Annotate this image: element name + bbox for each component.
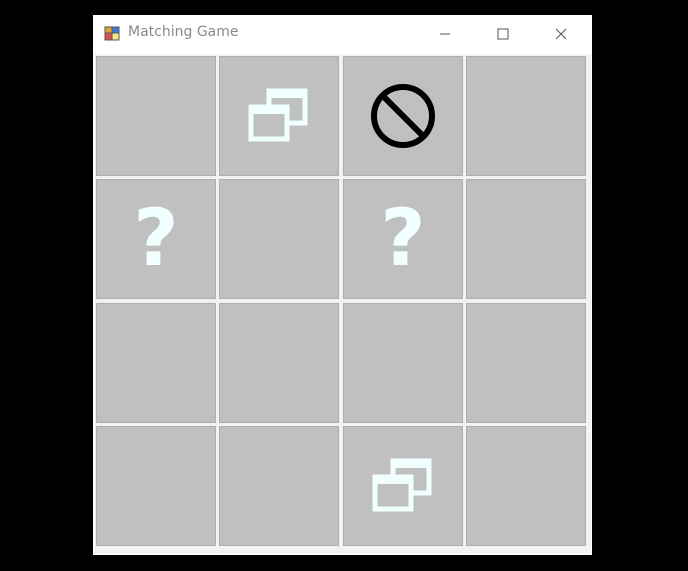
windows-icon [248, 88, 308, 142]
tile-r1-c2[interactable]: ? [343, 179, 463, 299]
game-window: Matching Game ?? [93, 15, 592, 555]
tile-r2-c2[interactable] [343, 303, 463, 423]
maximize-button[interactable] [480, 15, 526, 53]
tile-r2-c0[interactable] [96, 303, 216, 423]
tile-r1-c1[interactable] [219, 179, 339, 299]
question-mark-icon: ? [380, 194, 426, 284]
tile-r3-c0[interactable] [96, 426, 216, 546]
windows-icon [372, 458, 432, 512]
title-bar[interactable]: Matching Game [93, 15, 592, 53]
tile-r1-c0[interactable]: ? [96, 179, 216, 299]
no-entry-icon [371, 84, 435, 148]
window-title: Matching Game [128, 24, 239, 40]
tile-r2-c3[interactable] [466, 303, 586, 423]
minimize-icon [440, 33, 450, 35]
close-button[interactable] [538, 15, 584, 53]
tile-r3-c3[interactable] [466, 426, 586, 546]
tile-r0-c2[interactable] [343, 56, 463, 176]
close-icon [555, 28, 567, 40]
tile-r0-c1[interactable] [219, 56, 339, 176]
minimize-button[interactable] [422, 15, 468, 53]
tile-r3-c1[interactable] [219, 426, 339, 546]
question-mark-icon: ? [133, 194, 179, 284]
tile-r3-c2[interactable] [343, 426, 463, 546]
tile-r0-c3[interactable] [466, 56, 586, 176]
tile-r0-c0[interactable] [96, 56, 216, 176]
game-board: ?? [94, 54, 591, 554]
maximize-icon [497, 28, 509, 40]
tile-r1-c3[interactable] [466, 179, 586, 299]
app-icon [104, 25, 121, 42]
tile-r2-c1[interactable] [219, 303, 339, 423]
